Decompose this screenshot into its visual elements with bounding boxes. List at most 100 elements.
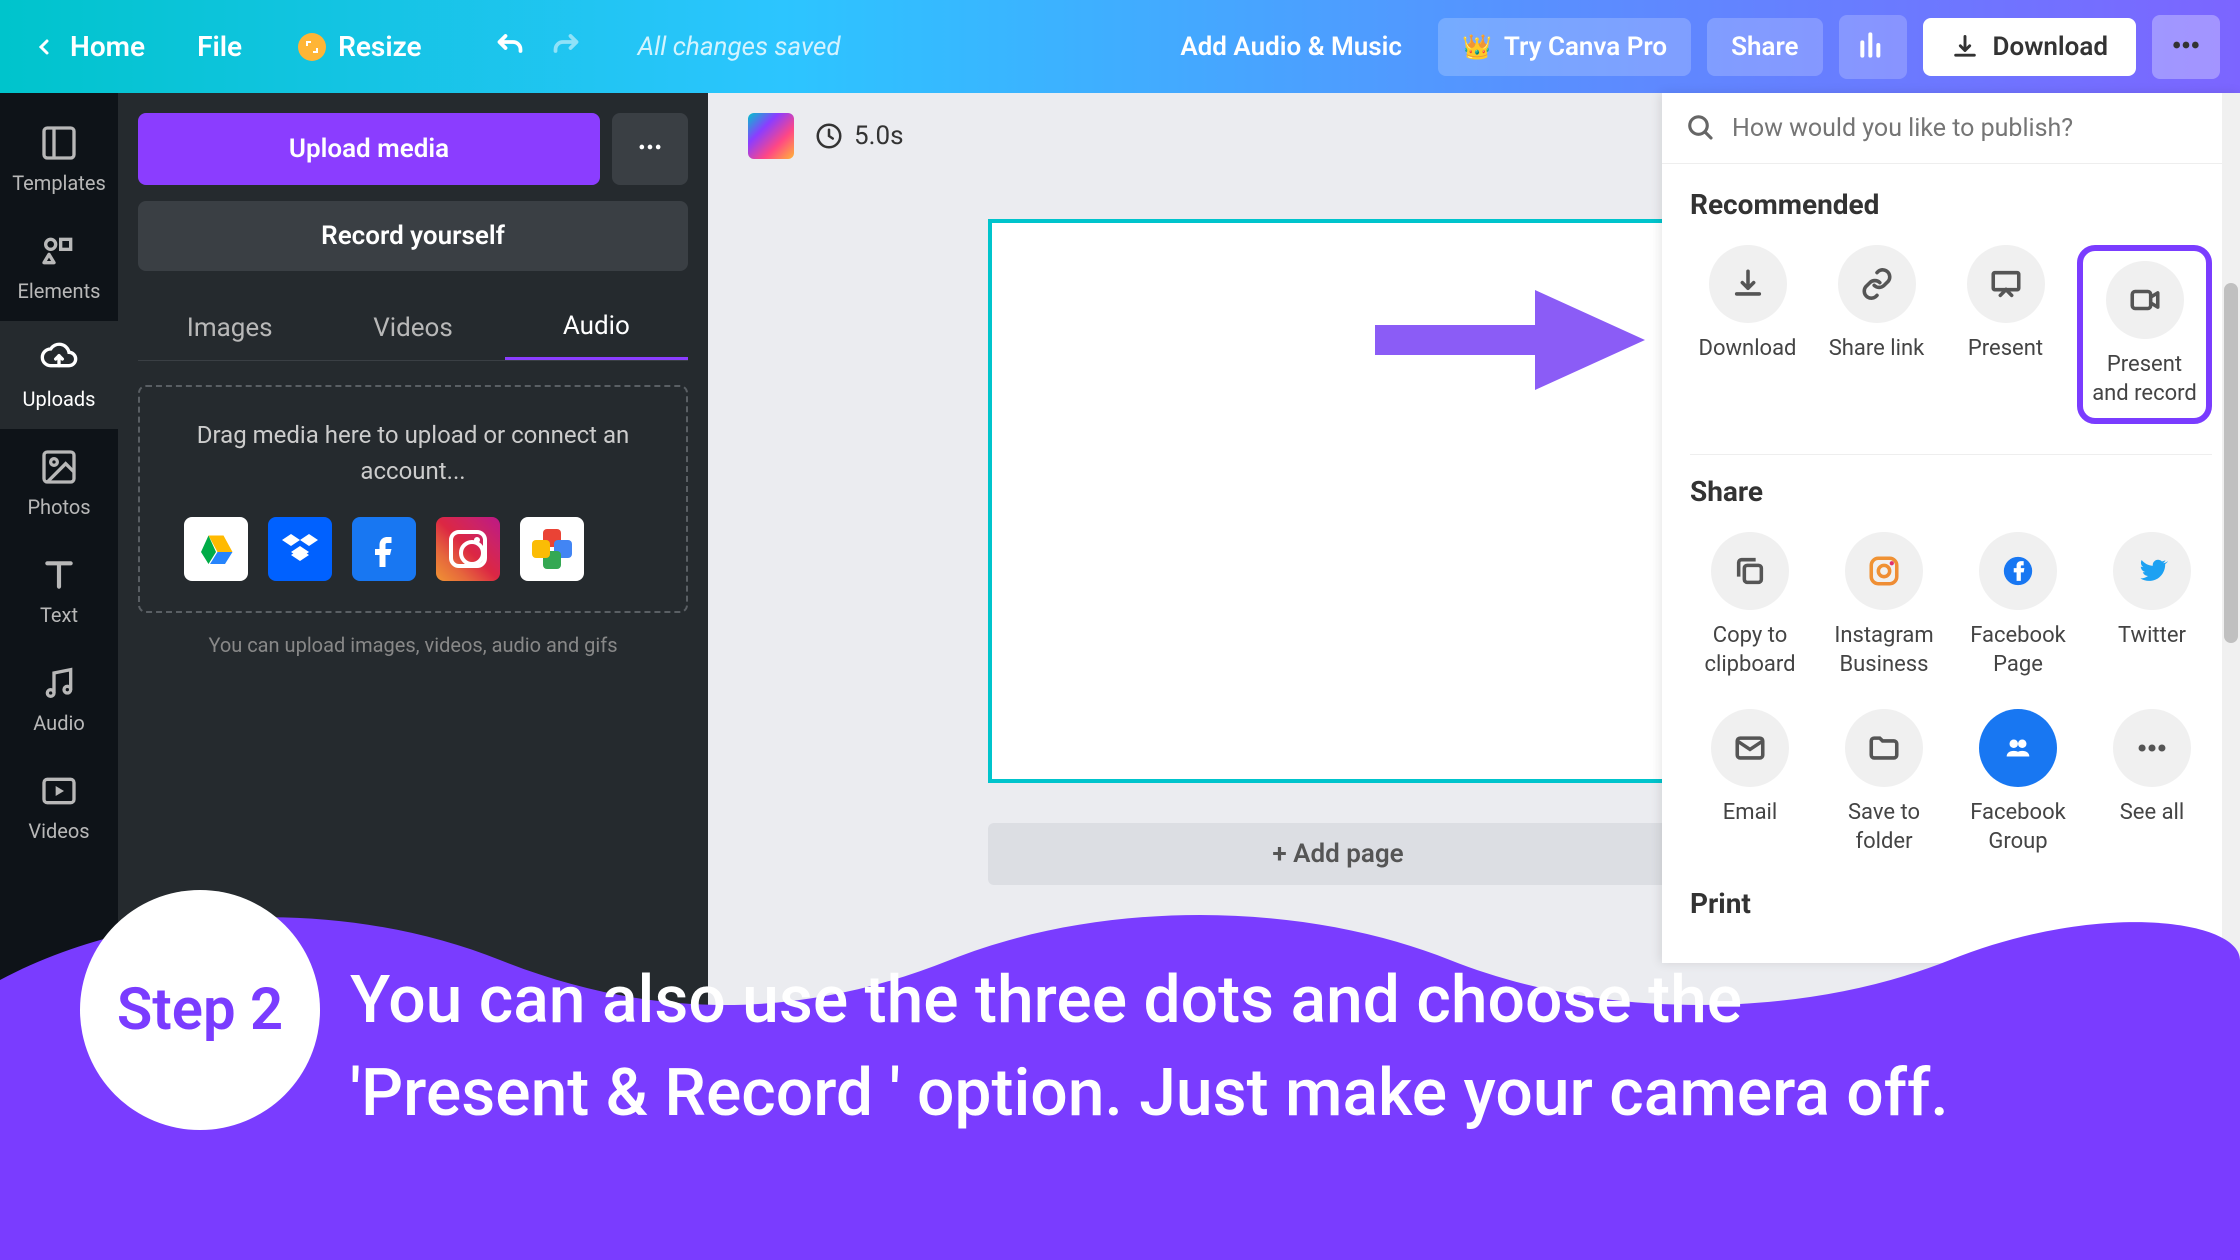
google-drive-icon[interactable] [184, 517, 248, 581]
search-icon [1686, 113, 1716, 143]
more-horizontal-icon [2170, 29, 2202, 61]
share-facebook-page[interactable]: Facebook Page [1958, 532, 2078, 679]
publish-search-input[interactable] [1732, 114, 2216, 143]
publish-label: Share link [1829, 335, 1925, 364]
share-instagram-business[interactable]: Instagram Business [1824, 532, 1944, 679]
publish-label: See all [2120, 799, 2185, 828]
publish-label: Facebook Page [1958, 622, 2078, 679]
nav-label: Elements [18, 279, 101, 303]
duration-value: 5.0s [854, 121, 904, 151]
toolbar-right: Add Audio & Music 👑 Try Canva Pro Share … [1160, 15, 2220, 79]
more-horizontal-icon [2135, 731, 2169, 765]
recommended-title: Recommended [1690, 188, 2212, 221]
share-email[interactable]: Email [1690, 709, 1810, 856]
share-twitter[interactable]: Twitter [2092, 532, 2212, 679]
toolbar-left: Home File Resize All changes saved [20, 22, 841, 71]
publish-label: Present and record [2087, 351, 2202, 408]
publish-download[interactable]: Download [1690, 245, 1805, 424]
more-horizontal-icon [636, 133, 664, 161]
publish-label: Present [1968, 335, 2043, 364]
publish-present[interactable]: Present [1948, 245, 2063, 424]
download-button[interactable]: Download [1923, 18, 2136, 76]
publish-label: Save to folder [1824, 799, 1944, 856]
undo-button[interactable] [492, 27, 528, 67]
publish-label: Instagram Business [1824, 622, 1944, 679]
publish-panel: Recommended Download Share link Present … [1662, 93, 2240, 963]
add-audio-music-button[interactable]: Add Audio & Music [1160, 22, 1422, 72]
uploads-icon [39, 339, 79, 379]
scrollbar-thumb[interactable] [2224, 283, 2238, 643]
download-label: Download [1993, 32, 2108, 62]
publish-search [1662, 93, 2240, 164]
videos-icon [39, 771, 79, 811]
email-icon [1733, 731, 1767, 765]
google-photos-icon[interactable] [520, 517, 584, 581]
instagram-icon[interactable] [436, 517, 500, 581]
resize-button[interactable]: Resize [282, 22, 438, 71]
upload-hint: You can upload images, videos, audio and… [138, 633, 688, 657]
nav-label: Videos [28, 819, 89, 843]
upload-dropzone[interactable]: Drag media here to upload or connect an … [138, 385, 688, 613]
text-icon [39, 555, 79, 595]
nav-videos[interactable]: Videos [0, 753, 118, 861]
dropbox-icon[interactable] [268, 517, 332, 581]
facebook-icon[interactable] [352, 517, 416, 581]
copy-icon [1733, 554, 1767, 588]
nav-elements[interactable]: Elements [0, 213, 118, 321]
record-yourself-button[interactable]: Record yourself [138, 201, 688, 271]
tutorial-overlay: Step 2 You can also use the three dots a… [0, 860, 2240, 1260]
presentation-icon [1989, 267, 2023, 301]
file-button[interactable]: File [181, 22, 258, 71]
dropzone-text: Drag media here to upload or connect an … [164, 417, 662, 489]
top-toolbar: Home File Resize All changes saved Add A… [0, 0, 2240, 93]
folder-icon [1867, 731, 1901, 765]
link-icon [1860, 267, 1894, 301]
resize-label: Resize [338, 30, 422, 63]
arrow-annotation [1375, 275, 1645, 405]
share-copy-clipboard[interactable]: Copy to clipboard [1690, 532, 1810, 679]
nav-text[interactable]: Text [0, 537, 118, 645]
share-save-folder[interactable]: Save to folder [1824, 709, 1944, 856]
tutorial-line2: 'Present & Record ' option. Just make yo… [350, 1048, 1949, 1140]
download-icon [1731, 267, 1765, 301]
publish-label: Copy to clipboard [1690, 622, 1810, 679]
redo-button[interactable] [548, 27, 584, 67]
nav-uploads[interactable]: Uploads [0, 321, 118, 429]
share-see-all[interactable]: See all [2092, 709, 2212, 856]
home-button[interactable]: Home [20, 22, 157, 71]
clock-icon [814, 121, 844, 151]
nav-templates[interactable]: Templates [0, 105, 118, 213]
connect-account-icons [164, 517, 662, 581]
nav-audio[interactable]: Audio [0, 645, 118, 753]
page-duration[interactable]: 5.0s [814, 121, 904, 151]
publish-present-and-record[interactable]: Present and record [2077, 245, 2212, 424]
try-canva-pro-button[interactable]: 👑 Try Canva Pro [1438, 18, 1691, 76]
try-pro-label: Try Canva Pro [1504, 32, 1667, 62]
nav-label: Uploads [23, 387, 96, 411]
tab-audio[interactable]: Audio [505, 295, 688, 360]
tab-videos[interactable]: Videos [321, 295, 504, 360]
upload-tabs: Images Videos Audio [138, 295, 688, 361]
color-picker-button[interactable] [748, 113, 794, 159]
audio-icon [39, 663, 79, 703]
group-icon [2001, 731, 2035, 765]
divider [1690, 454, 2212, 455]
upload-more-button[interactable] [612, 113, 688, 185]
share-facebook-group[interactable]: Facebook Group [1958, 709, 2078, 856]
insights-button[interactable] [1839, 15, 1907, 79]
bar-chart-icon [1857, 29, 1889, 61]
undo-icon [492, 27, 528, 63]
tab-images[interactable]: Images [138, 295, 321, 360]
upload-media-button[interactable]: Upload media [138, 113, 600, 185]
publish-label: Twitter [2118, 622, 2186, 651]
share-title: Share [1690, 475, 2212, 508]
nav-photos[interactable]: Photos [0, 429, 118, 537]
download-icon [1951, 33, 1979, 61]
more-button[interactable] [2152, 15, 2220, 79]
templates-icon [39, 123, 79, 163]
video-camera-icon [2128, 283, 2162, 317]
tutorial-line1: You can also use the three dots and choo… [350, 955, 1949, 1047]
publish-share-link[interactable]: Share link [1819, 245, 1934, 424]
publish-label: Facebook Group [1958, 799, 2078, 856]
share-button[interactable]: Share [1707, 18, 1822, 76]
